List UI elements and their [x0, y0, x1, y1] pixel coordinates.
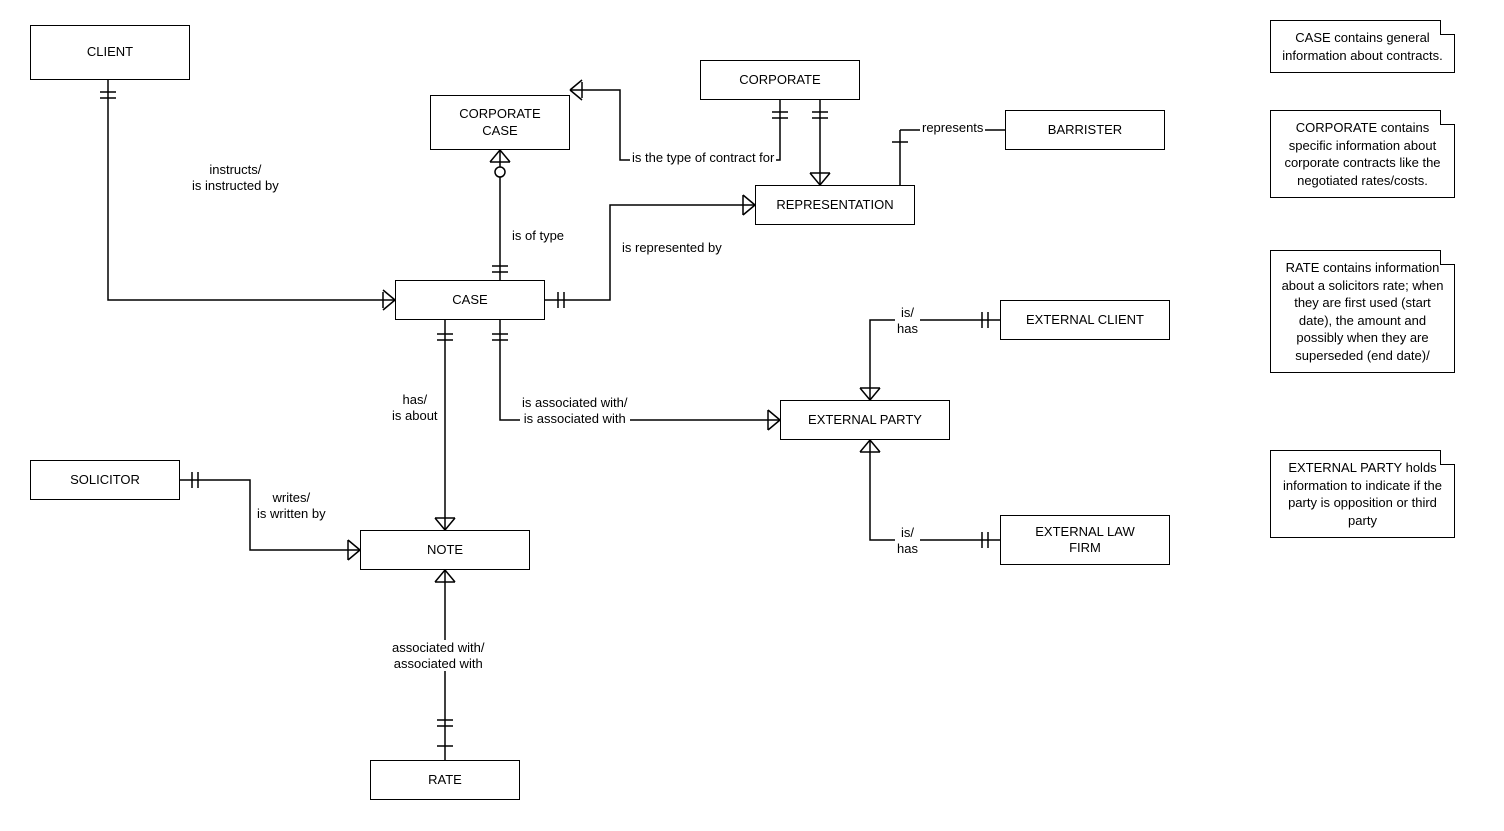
entity-label: CORPORATE — [739, 72, 820, 88]
entity-external-law-firm: EXTERNAL LAW FIRM — [1000, 515, 1170, 565]
note-case: CASE contains general information about … — [1270, 20, 1455, 73]
entity-rate: RATE — [370, 760, 520, 800]
entity-corporate: CORPORATE — [700, 60, 860, 100]
entity-external-party: EXTERNAL PARTY — [780, 400, 950, 440]
entity-label: SOLICITOR — [70, 472, 140, 488]
entity-solicitor: SOLICITOR — [30, 460, 180, 500]
entity-barrister: BARRISTER — [1005, 110, 1165, 150]
rel-is-associated-with: is associated with/ is associated with — [520, 395, 630, 426]
rel-associated-with: associated with/ associated with — [390, 640, 487, 671]
entity-note: NOTE — [360, 530, 530, 570]
entity-corporate-case: CORPORATE CASE — [430, 95, 570, 150]
note-external-party: EXTERNAL PARTY holds information to indi… — [1270, 450, 1455, 538]
entity-case: CASE — [395, 280, 545, 320]
entity-label: REPRESENTATION — [776, 197, 893, 213]
rel-is-of-type: is of type — [510, 228, 566, 244]
entity-label: EXTERNAL CLIENT — [1026, 312, 1144, 328]
rel-instructs: instructs/ is instructed by — [190, 162, 281, 193]
note-text: CORPORATE contains specific information … — [1284, 120, 1440, 188]
note-text: EXTERNAL PARTY holds information to indi… — [1283, 460, 1442, 528]
entity-representation: REPRESENTATION — [755, 185, 915, 225]
entity-client: CLIENT — [30, 25, 190, 80]
entity-label: EXTERNAL PARTY — [808, 412, 922, 428]
entity-external-client: EXTERNAL CLIENT — [1000, 300, 1170, 340]
entity-label: RATE — [428, 772, 462, 788]
entity-label: BARRISTER — [1048, 122, 1122, 138]
entity-label: EXTERNAL LAW FIRM — [1035, 524, 1134, 557]
entity-label: CASE — [452, 292, 487, 308]
rel-writes: writes/ is written by — [255, 490, 328, 521]
entity-label: NOTE — [427, 542, 463, 558]
rel-is-has-elf: is/ has — [895, 525, 920, 556]
entity-label: CORPORATE CASE — [459, 106, 540, 139]
er-diagram: CLIENT CORPORATE CASE CORPORATE BARRISTE… — [0, 0, 1504, 831]
rel-is-represented-by: is represented by — [620, 240, 724, 256]
rel-has-is-about: has/ is about — [390, 392, 440, 423]
note-rate: RATE contains information about a solici… — [1270, 250, 1455, 373]
rel-is-type-of-contract: is the type of contract for — [630, 150, 776, 166]
note-text: RATE contains information about a solici… — [1282, 260, 1444, 363]
rel-is-has-ec: is/ has — [895, 305, 920, 336]
entity-label: CLIENT — [87, 44, 133, 60]
rel-represents: represents — [920, 120, 985, 136]
note-text: CASE contains general information about … — [1282, 30, 1442, 63]
note-corporate: CORPORATE contains specific information … — [1270, 110, 1455, 198]
